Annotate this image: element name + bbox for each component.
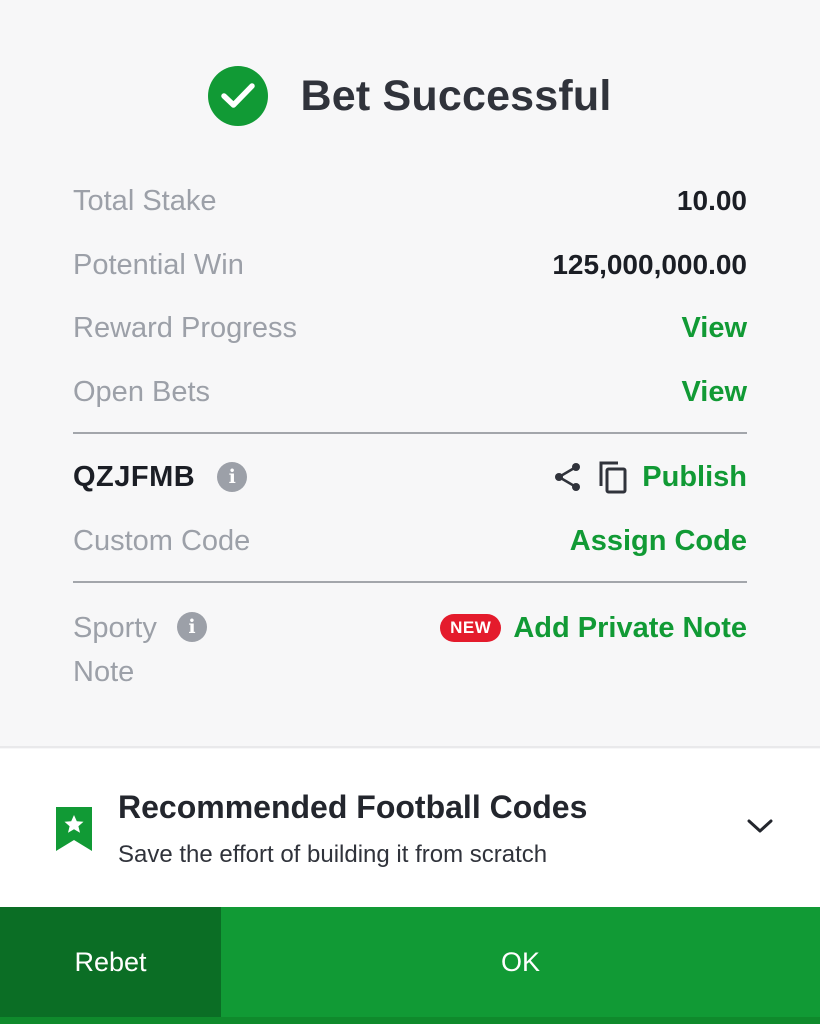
chevron-down-icon[interactable] bbox=[746, 817, 774, 840]
recommended-subtitle: Save the effort of building it from scra… bbox=[118, 841, 548, 868]
total-stake-value: 10.00 bbox=[676, 185, 747, 216]
sporty-note-label: Sporty Note bbox=[73, 612, 157, 688]
rebet-button[interactable]: Rebet bbox=[0, 907, 221, 1017]
bookmark-star-icon bbox=[55, 806, 93, 857]
footer-actions: Rebet OK bbox=[0, 907, 820, 1024]
recommended-title: Recommended Football Codes bbox=[118, 789, 588, 825]
share-icon[interactable] bbox=[552, 461, 584, 493]
open-bets-label: Open Bets bbox=[73, 375, 211, 408]
potential-win-label: Potential Win bbox=[73, 248, 244, 281]
info-icon[interactable]: i bbox=[177, 612, 207, 642]
reward-progress-row: Reward Progress View bbox=[73, 308, 747, 348]
potential-win-row: Potential Win 125,000,000.00 bbox=[73, 245, 747, 285]
info-icon[interactable]: i bbox=[217, 462, 248, 492]
ok-button[interactable]: OK bbox=[221, 907, 820, 1017]
page-title: Bet Successful bbox=[300, 71, 612, 120]
publish-link[interactable]: Publish bbox=[642, 461, 747, 494]
new-badge: NEW bbox=[440, 614, 502, 642]
section-separator bbox=[0, 746, 820, 748]
custom-code-row: Custom Code Assign Code bbox=[73, 521, 747, 561]
footer-strip bbox=[0, 1017, 820, 1024]
recommended-codes-panel[interactable]: Recommended Football Codes Save the effo… bbox=[0, 749, 820, 907]
custom-code-label: Custom Code bbox=[73, 524, 251, 557]
success-header: Bet Successful bbox=[0, 66, 820, 126]
assign-code-link[interactable]: Assign Code bbox=[570, 525, 747, 558]
divider bbox=[73, 581, 747, 583]
check-circle-icon bbox=[208, 66, 269, 126]
reward-progress-view-link[interactable]: View bbox=[681, 312, 747, 345]
total-stake-label: Total Stake bbox=[73, 184, 217, 217]
potential-win-value: 125,000,000.00 bbox=[552, 249, 747, 280]
booking-code: QZJFMB bbox=[73, 460, 196, 493]
open-bets-row: Open Bets View bbox=[73, 372, 747, 412]
divider bbox=[73, 432, 747, 434]
booking-code-row: QZJFMB i Publish bbox=[73, 457, 747, 497]
reward-progress-label: Reward Progress bbox=[73, 311, 298, 344]
sporty-note-row: Sporty Note i NEW Add Private Note bbox=[73, 606, 747, 696]
open-bets-view-link[interactable]: View bbox=[681, 376, 747, 409]
add-private-note-link[interactable]: Add Private Note bbox=[513, 612, 747, 645]
total-stake-row: Total Stake 10.00 bbox=[73, 181, 747, 221]
copy-icon[interactable] bbox=[598, 460, 628, 494]
